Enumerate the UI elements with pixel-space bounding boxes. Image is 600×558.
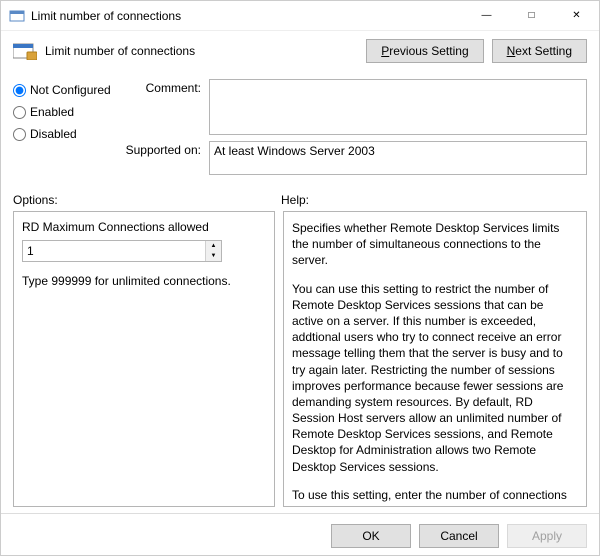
radio-label: Enabled <box>30 105 74 119</box>
comment-input[interactable] <box>209 79 587 135</box>
option-field-label: RD Maximum Connections allowed <box>22 220 266 234</box>
options-panel: RD Maximum Connections allowed ▲ ▼ Type … <box>13 211 275 507</box>
maximize-button[interactable]: □ <box>509 1 554 30</box>
cancel-button[interactable]: Cancel <box>419 524 499 548</box>
policy-icon <box>13 41 37 61</box>
radio-not-configured[interactable]: Not Configured <box>13 83 113 97</box>
state-radio-group: Not Configured Enabled Disabled <box>13 79 113 181</box>
spinner-down-icon[interactable]: ▼ <box>206 251 221 261</box>
help-label: Help: <box>281 193 309 207</box>
help-paragraph: You can use this setting to restrict the… <box>292 281 578 475</box>
radio-label: Not Configured <box>30 83 111 97</box>
supported-on-text: At least Windows Server 2003 <box>214 144 375 158</box>
help-paragraph: Specifies whether Remote Desktop Service… <box>292 220 578 269</box>
options-label: Options: <box>13 193 281 207</box>
help-paragraph: To use this setting, enter the number of… <box>292 487 578 507</box>
help-panel: Specifies whether Remote Desktop Service… <box>283 211 587 507</box>
ok-button[interactable]: OK <box>331 524 411 548</box>
title-bar: Limit number of connections — □ ✕ <box>1 1 599 31</box>
next-setting-button[interactable]: Next Setting <box>492 39 587 63</box>
apply-button[interactable]: Apply <box>507 524 587 548</box>
radio-disabled[interactable]: Disabled <box>13 127 113 141</box>
window-title: Limit number of connections <box>31 9 464 23</box>
radio-label: Disabled <box>30 127 77 141</box>
app-icon <box>9 8 25 24</box>
radio-enabled-input[interactable] <box>13 106 26 119</box>
previous-setting-button[interactable]: Previous Setting <box>366 39 483 63</box>
radio-not-configured-input[interactable] <box>13 84 26 97</box>
option-hint: Type 999999 for unlimited connections. <box>22 274 266 288</box>
minimize-button[interactable]: — <box>464 1 509 30</box>
spinner-up-icon[interactable]: ▲ <box>206 241 221 251</box>
supported-label: Supported on: <box>121 141 209 175</box>
policy-title: Limit number of connections <box>45 44 366 58</box>
max-connections-spinner[interactable]: ▲ ▼ <box>22 240 222 262</box>
dialog-footer: OK Cancel Apply <box>1 513 599 558</box>
max-connections-input[interactable] <box>23 241 205 261</box>
radio-enabled[interactable]: Enabled <box>13 105 113 119</box>
radio-disabled-input[interactable] <box>13 128 26 141</box>
supported-on-box: At least Windows Server 2003 <box>209 141 587 175</box>
close-button[interactable]: ✕ <box>554 1 599 30</box>
comment-label: Comment: <box>121 79 209 135</box>
